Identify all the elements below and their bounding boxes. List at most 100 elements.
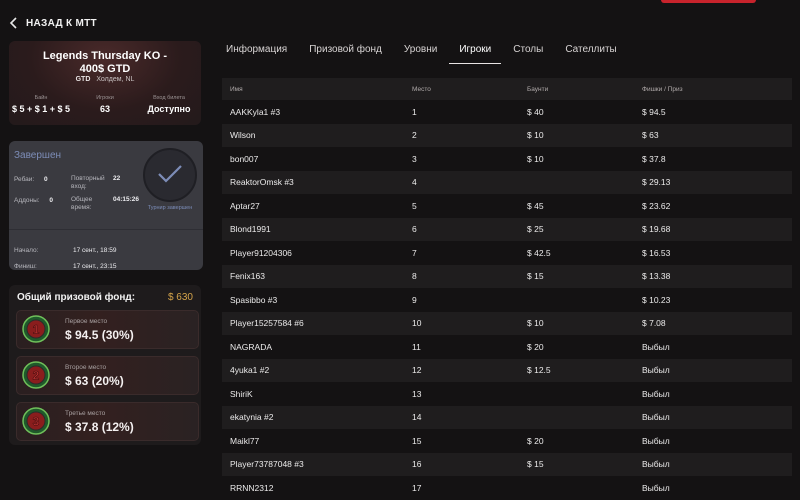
table-row[interactable]: Spasibbo #3 9 $ 10.23 [222, 288, 792, 312]
player-bounty: $ 15 [527, 271, 544, 282]
player-chips-prize: Выбыл [642, 341, 670, 352]
player-name: Player15257584 #6 [230, 318, 304, 329]
stat-ticket-entry: Вход билета Доступно [147, 95, 191, 114]
table-row[interactable]: Blond1991 6 $ 25 $ 19.68 [222, 217, 792, 241]
player-chips-prize: $ 7.08 [642, 318, 666, 329]
table-row[interactable]: NAGRADA 11 $ 20 Выбыл [222, 335, 792, 359]
player-chips-prize: $ 63 [642, 130, 659, 141]
status-label: Завершен [14, 150, 62, 161]
table-row[interactable]: Maikl77 15 $ 20 Выбыл [222, 429, 792, 453]
tournament-stats: Байн $ 5 + $ 1 + $ 5 Игроки 63 Вход биле… [9, 95, 201, 114]
prize-pool-title: Общий призовой фонд: [17, 292, 136, 303]
player-name: ekatynia #2 [230, 412, 274, 423]
table-row[interactable]: Wilson 2 $ 10 $ 63 [222, 123, 792, 147]
player-name: ReaktorOmsk #3 [230, 177, 294, 188]
player-place: 10 [412, 318, 422, 329]
player-place: 13 [412, 388, 422, 399]
player-chips-prize: Выбыл [642, 435, 670, 446]
table-row[interactable]: Fenix163 8 $ 15 $ 13.38 [222, 264, 792, 288]
finished-label: Турнир завершен [147, 205, 193, 211]
reentry-row: Повторный вход: 22 [71, 175, 121, 190]
column-header-place[interactable]: Место [412, 86, 527, 93]
divider [9, 229, 203, 230]
prize-place-3: 3 Третье место $ 37.8 (12%) [16, 402, 199, 441]
player-chips-prize: Выбыл [642, 412, 670, 423]
player-name: bon007 [230, 153, 259, 164]
table-row[interactable]: bon007 3 $ 10 $ 37.8 [222, 147, 792, 171]
table-row[interactable]: RRNN2312 17 Выбыл [222, 476, 792, 500]
player-chips-prize: $ 10.23 [642, 294, 671, 305]
player-bounty: $ 20 [527, 341, 544, 352]
finish-row: Финиш: 17 сент., 23:15 [14, 263, 117, 270]
back-button[interactable]: НАЗАД К МТТ [9, 17, 97, 29]
player-place: 5 [412, 200, 417, 211]
stat-players: Игроки 63 [96, 95, 114, 114]
gtd-badge: GTD [75, 76, 91, 83]
prize-place-2: 2 Второе место $ 63 (20%) [16, 356, 199, 395]
tab-bar: Информация Призовой фонд Уровни Игроки С… [226, 44, 639, 66]
player-name: Spasibbo #3 [230, 294, 278, 305]
table-row[interactable]: AAKKyla1 #3 1 $ 40 $ 94.5 [222, 100, 792, 124]
tournament-title: Legends Thursday KO - 400$ GTD [42, 50, 168, 75]
player-name: RRNN2312 [230, 482, 274, 493]
chevron-left-icon [9, 17, 17, 29]
addons-row: Аддоны: 0 [14, 197, 54, 204]
medal-3-icon: 3 [22, 407, 50, 435]
player-place: 2 [412, 130, 417, 141]
player-chips-prize: $ 16.53 [642, 247, 671, 258]
column-header-bounty[interactable]: Баунти [527, 86, 642, 93]
column-header-chips-prize[interactable]: Фишки / Приз [642, 86, 792, 93]
tab-prize-pool[interactable]: Призовой фонд [309, 44, 382, 66]
tournament-subtitle: GTD Холдем, NL [9, 76, 201, 83]
header-action-button[interactable] [661, 0, 756, 3]
player-bounty: $ 20 [527, 435, 544, 446]
finished-indicator [143, 148, 197, 202]
player-place: 15 [412, 435, 422, 446]
player-chips-prize: $ 94.5 [642, 106, 666, 117]
svg-text:2: 2 [33, 369, 40, 383]
player-chips-prize: Выбыл [642, 388, 670, 399]
prize-pool-card: Общий призовой фонд: $ 630 1 Первое мест… [9, 285, 201, 445]
back-label: НАЗАД К МТТ [26, 17, 97, 29]
player-place: 11 [412, 341, 421, 352]
player-place: 14 [412, 412, 422, 423]
table-row[interactable]: ReaktorOmsk #3 4 $ 29.13 [222, 170, 792, 194]
player-place: 8 [412, 271, 417, 282]
table-body: AAKKyla1 #3 1 $ 40 $ 94.5 Wilson 2 $ 10 $ 63 bon… [222, 100, 792, 500]
player-bounty: $ 10 [527, 153, 544, 164]
table-row[interactable]: ShiriK 13 Выбыл [222, 382, 792, 406]
player-place: 1 [412, 106, 417, 117]
table-row[interactable]: Player73787048 #3 16 $ 15 Выбыл [222, 452, 792, 476]
player-bounty: $ 25 [527, 224, 544, 235]
table-row[interactable]: Player15257584 #6 10 $ 10 $ 7.08 [222, 311, 792, 335]
start-row: Начало: 17 сент., 18:59 [14, 247, 117, 254]
player-place: 3 [412, 153, 417, 164]
rebuys-row: Ребаи: 0 [14, 176, 48, 183]
tab-tables[interactable]: Столы [513, 44, 543, 66]
player-bounty: $ 45 [527, 200, 544, 211]
tab-info[interactable]: Информация [226, 44, 287, 66]
player-chips-prize: Выбыл [642, 482, 670, 493]
player-bounty: $ 15 [527, 459, 544, 470]
medal-1-icon: 1 [22, 315, 50, 343]
table-header: Имя Место Баунти Фишки / Приз [222, 78, 792, 100]
table-row[interactable]: Player91204306 7 $ 42.5 $ 16.53 [222, 241, 792, 265]
player-bounty: $ 42.5 [527, 247, 551, 258]
stat-buyin: Байн $ 5 + $ 1 + $ 5 [11, 95, 71, 114]
player-name: 4yuka1 #2 [230, 365, 270, 376]
player-place: 9 [412, 294, 417, 305]
player-name: Fenix163 [230, 271, 265, 282]
tab-levels[interactable]: Уровни [404, 44, 437, 66]
table-row[interactable]: ekatynia #2 14 Выбыл [222, 405, 792, 429]
player-name: NAGRADA [230, 341, 273, 352]
svg-text:1: 1 [33, 323, 40, 337]
table-row[interactable]: Aptar27 5 $ 45 $ 23.62 [222, 194, 792, 218]
table-row[interactable]: 4yuka1 #2 12 $ 12.5 Выбыл [222, 358, 792, 382]
player-bounty: $ 10 [527, 130, 544, 141]
player-name: Maikl77 [230, 435, 260, 446]
tab-players[interactable]: Игроки [449, 44, 502, 66]
player-name: Aptar27 [230, 200, 260, 211]
player-name: Player91204306 [230, 247, 292, 258]
column-header-name[interactable]: Имя [222, 86, 412, 93]
tab-satellites[interactable]: Сателлиты [565, 44, 616, 66]
